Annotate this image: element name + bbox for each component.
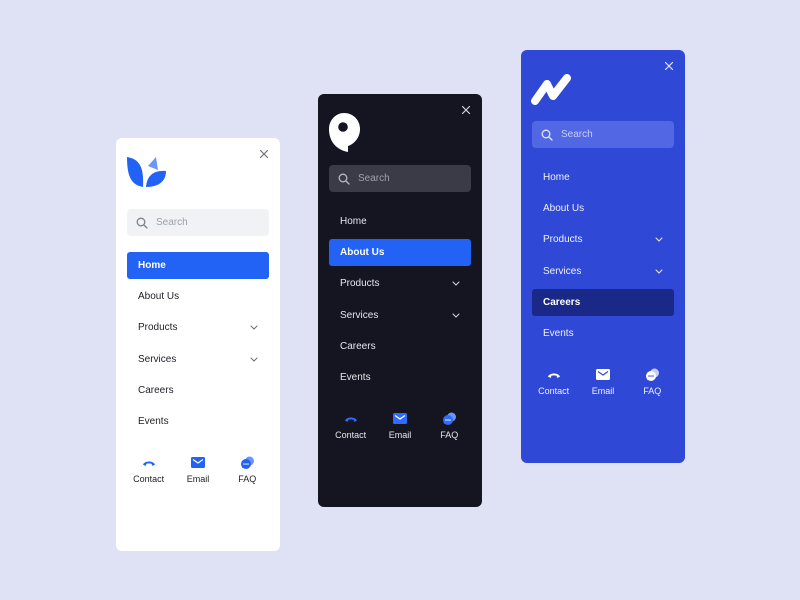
contact-label: Contact [133, 474, 165, 484]
menu-item-careers[interactable]: Careers [127, 377, 269, 404]
faq-button[interactable]: FAQ [225, 455, 269, 484]
search-input[interactable]: Search [329, 165, 471, 192]
faq-button[interactable]: FAQ [427, 411, 471, 440]
contact-label: Contact [538, 386, 570, 396]
search-input[interactable]: Search [532, 121, 674, 148]
search-icon [541, 129, 553, 141]
menu-item-products[interactable]: Products [127, 314, 269, 341]
contact-button[interactable]: Contact [532, 367, 576, 396]
chevron-down-icon[interactable] [452, 313, 460, 318]
search-placeholder: Search [156, 217, 188, 228]
close-icon[interactable] [259, 149, 269, 159]
menu-item-careers[interactable]: Careers [329, 333, 471, 360]
chevron-down-icon[interactable] [250, 325, 258, 331]
search-icon [136, 217, 148, 229]
chat-icon [645, 368, 659, 381]
mobile-menu-light: Search Home About Us Products Services C… [116, 138, 280, 551]
menu-item-label: Products [340, 278, 380, 290]
menu-item-events[interactable]: Events [329, 364, 471, 391]
menu-item-services[interactable]: Services [532, 258, 674, 285]
phone-icon [344, 417, 357, 422]
menu-item-label: About Us [340, 247, 385, 259]
search-input[interactable]: Search [127, 209, 269, 236]
email-button[interactable]: Email [176, 455, 220, 484]
mobile-menu-blue: Search Home About Us Products Services C… [521, 50, 685, 463]
menu-item-label: Products [138, 322, 178, 334]
menu-item-services[interactable]: Services [127, 346, 269, 373]
menu-item-about-us[interactable]: About Us [532, 195, 674, 222]
nav-menu: Home About Us Products Services Careers … [127, 252, 269, 439]
email-button[interactable]: Email [581, 367, 625, 396]
search-placeholder: Search [561, 129, 593, 140]
email-button[interactable]: Email [378, 411, 422, 440]
menu-item-about-us[interactable]: About Us [127, 283, 269, 310]
menu-item-products[interactable]: Products [532, 226, 674, 253]
phone-icon [547, 373, 560, 378]
menu-item-home[interactable]: Home [532, 164, 674, 191]
chevron-down-icon[interactable] [655, 269, 663, 274]
menu-item-home[interactable]: Home [329, 208, 471, 235]
mail-icon [190, 457, 205, 468]
search-placeholder: Search [358, 173, 390, 184]
menu-item-label: Services [340, 309, 379, 321]
menu-item-about-us[interactable]: About Us [329, 239, 471, 267]
email-label: Email [388, 430, 412, 440]
faq-button[interactable]: FAQ [630, 367, 674, 396]
nav-menu: Home About Us Products Services Careers … [329, 208, 471, 395]
chevron-down-icon[interactable] [655, 237, 663, 243]
menu-item-events[interactable]: Events [127, 408, 269, 435]
footer-actions: Contact Email FAQ [529, 367, 677, 396]
menu-item-label: Home [340, 216, 367, 227]
menu-item-label: Careers [340, 340, 376, 352]
chat-icon [442, 412, 456, 425]
close-icon[interactable] [461, 105, 471, 115]
leaf-logo-icon[interactable] [126, 156, 168, 190]
menu-item-label: Careers [543, 296, 581, 308]
phone-icon [142, 461, 155, 466]
contact-button[interactable]: Contact [127, 455, 171, 484]
menu-item-services[interactable]: Services [329, 302, 471, 329]
close-icon[interactable] [664, 61, 674, 71]
menu-item-label: Home [138, 260, 166, 271]
mail-icon [392, 413, 407, 424]
email-label: Email [186, 474, 210, 484]
mail-icon [595, 369, 610, 380]
menu-item-label: About Us [543, 203, 585, 215]
menu-item-label: Careers [138, 384, 174, 396]
mobile-menu-dark: Search Home About Us Products Services C… [318, 94, 482, 507]
faq-label: FAQ [238, 474, 257, 484]
chat-icon [240, 456, 254, 469]
menu-item-events[interactable]: Events [532, 320, 674, 347]
email-label: Email [591, 386, 615, 396]
menu-item-careers[interactable]: Careers [532, 288, 674, 316]
menu-item-home[interactable]: Home [127, 252, 269, 279]
contact-button[interactable]: Contact [329, 411, 373, 440]
menu-item-label: Home [543, 172, 570, 183]
menu-item-label: Events [543, 327, 574, 339]
search-icon [338, 173, 350, 185]
menu-item-label: About Us [138, 291, 180, 303]
chevron-down-icon[interactable] [452, 281, 460, 287]
menu-item-label: Events [138, 415, 169, 427]
faq-label: FAQ [643, 386, 662, 396]
menu-item-label: Events [340, 371, 371, 383]
menu-item-products[interactable]: Products [329, 270, 471, 297]
menu-item-label: Services [138, 353, 177, 365]
faq-label: FAQ [440, 430, 459, 440]
wave-logo-icon[interactable] [531, 72, 577, 108]
menu-item-label: Services [543, 265, 582, 277]
footer-actions: Contact Email FAQ [124, 455, 272, 484]
nav-menu: Home About Us Products Services Careers … [532, 164, 674, 351]
footer-actions: Contact Email FAQ [326, 411, 474, 440]
menu-item-label: Products [543, 234, 583, 246]
chevron-down-icon[interactable] [250, 357, 258, 362]
pin-logo-icon[interactable] [328, 112, 362, 152]
contact-label: Contact [335, 430, 367, 440]
